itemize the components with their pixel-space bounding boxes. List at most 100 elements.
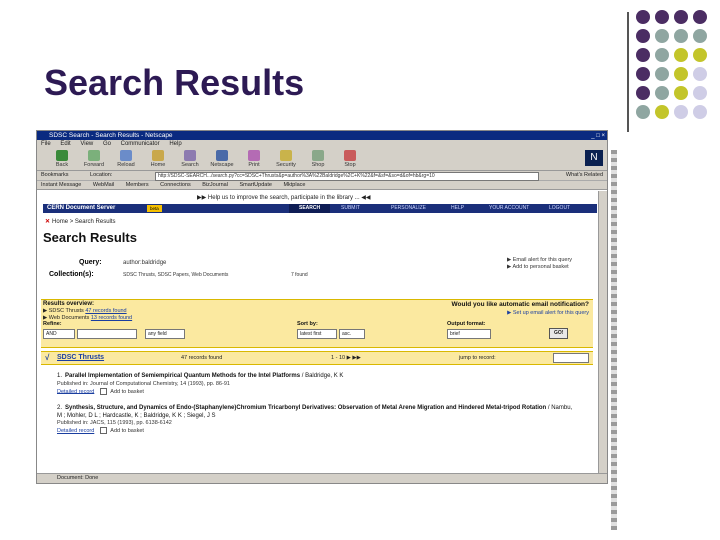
jump-to-record-label: jump to record:: [459, 355, 496, 361]
close-icon[interactable]: ✕: [45, 219, 50, 225]
status-bar: Document: Done: [37, 473, 607, 483]
search-icon: [184, 150, 196, 161]
home-button[interactable]: Home: [143, 150, 173, 168]
sort-field-select[interactable]: latest first: [297, 329, 337, 339]
stop-icon: [344, 150, 356, 161]
add-basket-link[interactable]: ▶ Add to personal basket: [507, 264, 597, 271]
decorative-dashed-bar: [611, 150, 617, 530]
refine-field-select[interactable]: any field: [145, 329, 185, 339]
menu-help[interactable]: Help: [169, 141, 181, 147]
back-button[interactable]: Back: [47, 150, 77, 168]
menu-communicator[interactable]: Communicator: [121, 141, 160, 147]
bookmark-link[interactable]: Mktplace: [283, 182, 305, 188]
shop-button[interactable]: Shop: [303, 150, 333, 168]
nav-tab-logout[interactable]: LOGOUT: [549, 204, 570, 213]
bookmarks-button[interactable]: Bookmarks: [41, 172, 69, 178]
search-button[interactable]: Search: [175, 150, 205, 168]
record-title[interactable]: 1. Parallel Implementation of Semiempiric…: [57, 373, 577, 381]
slide-title: Search Results: [44, 62, 305, 103]
decorative-dot: [636, 48, 650, 62]
bookmark-link[interactable]: Connections: [160, 182, 191, 188]
decorative-dot: [693, 67, 707, 81]
record-actions: Detailed record Add to basket: [57, 427, 144, 434]
record-actions: Detailed record Add to basket: [57, 387, 144, 395]
reload-icon: [120, 150, 132, 161]
alert-links: ▶ Email alert for this query ▶ Add to pe…: [507, 257, 597, 271]
decorative-dot: [655, 86, 669, 100]
site-nav-bar: CERN Document Server beta SEARCH SUBMIT …: [43, 204, 597, 213]
bookmark-link[interactable]: Members: [126, 182, 149, 188]
location-bar: Bookmarks Location: http://SDSC-SEARCH..…: [37, 171, 607, 181]
nav-tab-account[interactable]: YOUR ACCOUNT: [489, 204, 529, 213]
go-button[interactable]: GO!: [549, 328, 569, 339]
browser-menu-bar: File Edit View Go Communicator Help: [37, 140, 607, 148]
netscape-logo-icon: N: [585, 150, 603, 166]
decorative-dot: [636, 86, 650, 100]
decorative-dot: [636, 67, 650, 81]
overview-count-link[interactable]: 13 records found: [91, 315, 132, 321]
stop-button[interactable]: Stop: [335, 150, 365, 168]
results-overview-panel: Results overview: ▶ SDSC Thrusts 47 reco…: [41, 299, 593, 348]
nav-tab-submit[interactable]: SUBMIT: [341, 204, 360, 213]
menu-edit[interactable]: Edit: [60, 141, 70, 147]
output-format-select[interactable]: brief: [447, 329, 491, 339]
nav-tab-personalize[interactable]: PERSONALIZE: [391, 204, 426, 213]
sort-order-select[interactable]: asc.: [339, 329, 365, 339]
email-alert-link[interactable]: ▶ Email alert for this query: [507, 257, 597, 264]
menu-file[interactable]: File: [41, 141, 51, 147]
whats-related-button[interactable]: What's Related: [566, 171, 603, 180]
output-format-label: Output format:: [447, 321, 486, 327]
bookmark-link[interactable]: SmartUpdate: [240, 182, 272, 188]
nav-tab-search[interactable]: SEARCH: [289, 204, 331, 213]
jump-to-record-input[interactable]: [553, 353, 589, 363]
menu-go[interactable]: Go: [103, 141, 111, 147]
bookmark-link[interactable]: WebMail: [93, 182, 114, 188]
collection-name-link[interactable]: SDSC Thrusts: [57, 354, 104, 361]
bookmark-link[interactable]: Instant Message: [41, 182, 81, 188]
decorative-dot: [636, 105, 650, 119]
vertical-scrollbar[interactable]: [598, 191, 607, 473]
bookmark-link[interactable]: BizJournal: [202, 182, 228, 188]
basket-checkbox[interactable]: [100, 387, 108, 395]
page-title: Search Results: [43, 230, 137, 245]
query-label: Query:: [79, 259, 102, 266]
forward-button[interactable]: Forward: [79, 150, 109, 168]
decorative-dot: [636, 29, 650, 43]
decorative-dot: [655, 48, 669, 62]
menu-view[interactable]: View: [80, 141, 93, 147]
browser-title-bar: SDSC Search - Search Results - Netscape …: [37, 131, 607, 140]
decorative-dot: [655, 105, 669, 119]
decorative-dot: [693, 105, 707, 119]
list-item: 1. Parallel Implementation of Semiempiric…: [57, 373, 577, 395]
pagination-links[interactable]: 1 - 10 ▶ ▶▶: [331, 355, 361, 361]
reload-button[interactable]: Reload: [111, 150, 141, 168]
window-buttons[interactable]: _ □ ×: [591, 132, 605, 141]
security-button[interactable]: Security: [271, 150, 301, 168]
help-improve-link[interactable]: ▶▶ Help us to improve the search, partic…: [197, 194, 371, 201]
collections-label: Collection(s):: [49, 271, 94, 278]
record-title[interactable]: 2. Synthesis, Structure, and Dynamics of …: [57, 405, 577, 420]
overview-count-link[interactable]: 47 records found: [85, 308, 126, 314]
basket-checkbox[interactable]: [100, 427, 108, 434]
refine-label: Refine:: [43, 321, 62, 327]
nav-tab-help[interactable]: HELP: [451, 204, 464, 213]
lock-icon: [280, 150, 292, 161]
refine-text-input[interactable]: [77, 329, 137, 339]
check-icon: √: [45, 353, 50, 362]
record-source: Published in: JACS, 115 (1993), pp. 6138…: [57, 420, 172, 426]
decorative-dot: [674, 67, 688, 81]
netscape-button[interactable]: Netscape: [207, 150, 237, 168]
decorative-dot: [674, 48, 688, 62]
site-logo[interactable]: CERN Document Server: [47, 204, 115, 213]
detailed-record-link[interactable]: Detailed record: [57, 388, 94, 394]
print-button[interactable]: Print: [239, 150, 269, 168]
beta-badge: beta: [147, 205, 162, 212]
email-notification-question: Would you like automatic email notificat…: [451, 301, 589, 308]
detailed-record-link[interactable]: Detailed record: [57, 428, 94, 434]
email-alert-setup-link[interactable]: ▶ Set up email alert for this query: [507, 310, 589, 316]
netscape-icon: [216, 150, 228, 161]
refine-operator-select[interactable]: AND: [43, 329, 75, 339]
back-arrow-icon: [56, 150, 68, 161]
decorative-dot: [693, 10, 707, 24]
url-field[interactable]: http://SDSC-SEARCH.../search.py?cc=SDSC+…: [155, 172, 539, 181]
